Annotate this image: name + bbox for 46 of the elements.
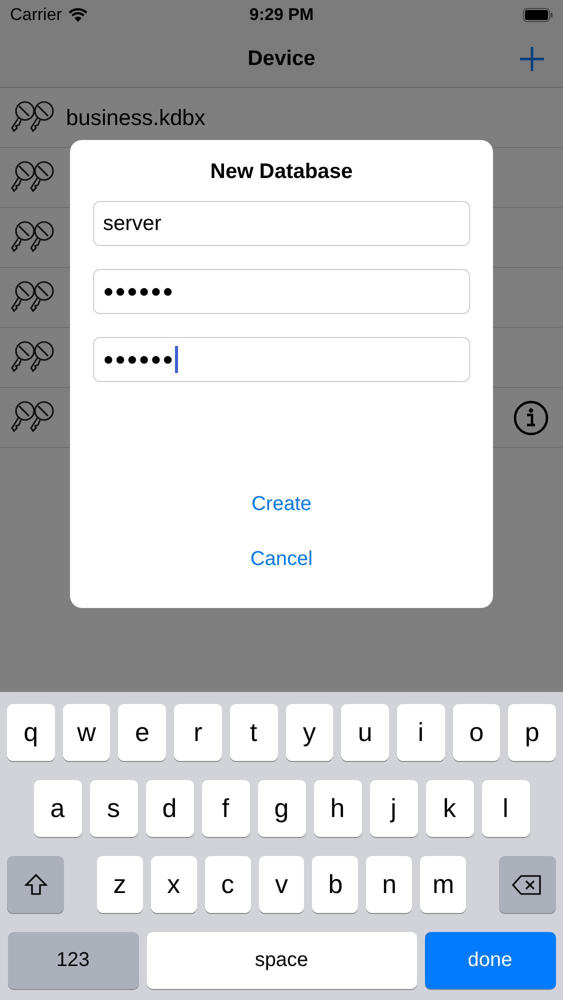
letter-key[interactable]: u — [341, 704, 389, 761]
wifi-icon — [68, 8, 88, 22]
letter-key[interactable]: m — [420, 856, 466, 913]
carrier-label: Carrier — [10, 5, 62, 25]
letter-key[interactable]: w — [62, 704, 110, 761]
letter-key[interactable]: p — [508, 704, 556, 761]
letter-key[interactable]: d — [146, 780, 194, 837]
letter-key[interactable]: g — [258, 780, 306, 837]
letter-key[interactable]: s — [90, 780, 138, 837]
info-icon[interactable] — [513, 400, 549, 436]
file-name[interactable]: business.kdbx — [66, 104, 206, 130]
letter-key[interactable]: y — [286, 704, 334, 761]
letter-key[interactable]: r — [174, 704, 222, 761]
space-key[interactable]: space — [146, 932, 416, 989]
letter-key[interactable]: t — [230, 704, 278, 761]
letter-key[interactable]: x — [150, 856, 197, 913]
password-field[interactable]: ●●●●●● — [93, 269, 470, 314]
nav-title: Device — [248, 46, 316, 70]
letter-key[interactable]: c — [204, 856, 251, 913]
create-button[interactable]: Create — [237, 485, 326, 524]
dialog-title: New Database — [210, 160, 353, 184]
letter-key[interactable]: j — [370, 780, 418, 837]
letter-key[interactable]: a — [34, 780, 82, 837]
letter-key[interactable]: h — [314, 780, 362, 837]
cancel-button[interactable]: Cancel — [236, 540, 327, 579]
letter-key[interactable]: n — [366, 856, 412, 913]
done-key[interactable]: done — [424, 932, 556, 989]
letter-key[interactable]: v — [258, 856, 304, 913]
letter-key[interactable]: q — [6, 704, 55, 761]
letter-key[interactable]: o — [452, 704, 500, 761]
numbers-key[interactable]: 123 — [8, 932, 138, 989]
shift-key[interactable] — [7, 856, 64, 913]
letter-key[interactable]: e — [118, 704, 166, 761]
status-time: 9:29 PM — [248, 5, 315, 25]
letter-key[interactable]: k — [426, 780, 474, 837]
letter-key[interactable]: b — [312, 856, 358, 913]
password-field[interactable]: ●●●●●● — [93, 337, 470, 382]
letter-key[interactable]: f — [202, 780, 250, 837]
letter-key[interactable]: i — [396, 704, 445, 761]
letter-key[interactable]: z — [96, 856, 143, 913]
backspace-icon — [512, 874, 542, 896]
letter-key[interactable]: l — [482, 780, 530, 837]
name-field[interactable]: server — [93, 201, 470, 246]
delete-key[interactable] — [498, 856, 556, 913]
shift-icon — [24, 872, 48, 896]
battery-icon — [523, 8, 553, 22]
